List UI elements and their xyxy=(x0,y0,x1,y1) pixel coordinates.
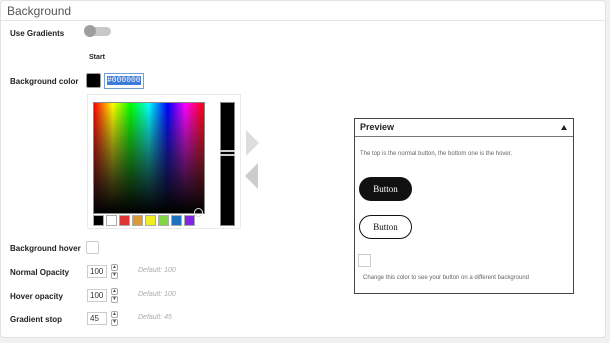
preview-panel: Preview The top is the normal button, th… xyxy=(354,118,574,294)
arrow-left-icon xyxy=(245,163,258,189)
chevron-down-icon[interactable]: ▼ xyxy=(111,296,118,303)
hover-opacity-stepper: ▲ ▼ xyxy=(111,288,118,303)
use-gradients-toggle[interactable] xyxy=(84,25,111,37)
gradient-stop-default: Default: 45 xyxy=(138,314,172,321)
gradient-stop-stepper: ▲ ▼ xyxy=(111,311,118,326)
hover-opacity-default: Default: 100 xyxy=(138,291,176,298)
preview-normal-button[interactable]: Button xyxy=(359,177,412,201)
chevron-down-icon[interactable]: ▼ xyxy=(111,272,118,279)
normal-opacity-input[interactable]: 100 xyxy=(87,265,107,278)
slider-handle[interactable] xyxy=(220,150,235,156)
palette-swatch[interactable] xyxy=(171,215,182,226)
chevron-up-icon[interactable]: ▲ xyxy=(111,264,118,271)
background-hover-label: Background hover xyxy=(10,244,81,253)
preview-header[interactable]: Preview xyxy=(355,119,573,137)
chevron-down-icon[interactable]: ▼ xyxy=(111,319,118,326)
toggle-knob xyxy=(84,25,96,37)
preview-background-swatch[interactable] xyxy=(358,254,371,267)
chevron-up-icon[interactable]: ▲ xyxy=(111,311,118,318)
preview-background-hint: Change this color to see your button on … xyxy=(363,275,529,281)
palette-swatch[interactable] xyxy=(119,215,130,226)
normal-opacity-label: Normal Opacity xyxy=(10,268,70,277)
preview-description: The top is the normal button, the bottom… xyxy=(360,151,513,157)
background-hover-swatch[interactable] xyxy=(86,241,99,254)
section-header: Background xyxy=(1,1,605,21)
color-palette xyxy=(93,215,195,227)
hover-opacity-label: Hover opacity xyxy=(10,292,63,301)
background-settings-panel: Background Use Gradients Start Backgroun… xyxy=(0,0,606,338)
start-label: Start xyxy=(89,54,105,61)
gradient-stop-label: Gradient stop xyxy=(10,315,63,324)
color-picker xyxy=(87,94,241,229)
background-color-swatch[interactable] xyxy=(86,73,101,88)
arrow-right-icon xyxy=(246,130,259,156)
palette-swatch[interactable] xyxy=(184,215,195,226)
chevron-up-icon[interactable]: ▲ xyxy=(111,288,118,295)
palette-swatch[interactable] xyxy=(132,215,143,226)
use-gradients-label: Use Gradients xyxy=(10,29,65,38)
caret-up-icon[interactable] xyxy=(561,125,567,130)
preview-title: Preview xyxy=(360,122,395,132)
color-spectrum[interactable] xyxy=(93,102,205,214)
normal-opacity-default: Default: 100 xyxy=(138,267,176,274)
normal-opacity-stepper: ▲ ▼ xyxy=(111,264,118,279)
hex-value: #000000 xyxy=(107,76,141,85)
palette-swatch[interactable] xyxy=(106,215,117,226)
brightness-slider[interactable] xyxy=(220,102,235,226)
background-color-hex-input[interactable]: #000000 xyxy=(104,73,144,89)
spectrum-handle[interactable] xyxy=(194,208,203,217)
hover-opacity-input[interactable]: 100 xyxy=(87,289,107,302)
palette-swatch[interactable] xyxy=(145,215,156,226)
section-title: Background xyxy=(7,4,72,18)
palette-swatch[interactable] xyxy=(158,215,169,226)
background-color-label: Background color xyxy=(10,77,79,86)
palette-swatch[interactable] xyxy=(93,215,104,226)
gradient-stop-input[interactable]: 45 xyxy=(87,312,107,325)
preview-hover-button[interactable]: Button xyxy=(359,215,412,239)
